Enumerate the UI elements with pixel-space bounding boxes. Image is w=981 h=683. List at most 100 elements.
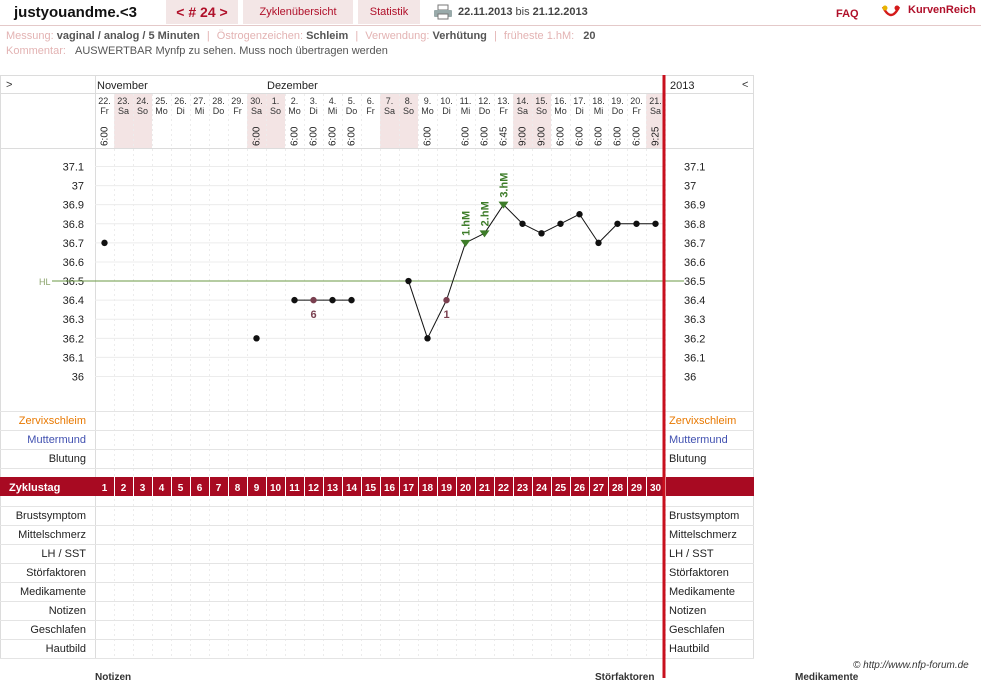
row-label-right: Blutung [669,453,706,465]
weekday-label: Mo [155,106,168,116]
row-label-right: Störfaktoren [669,567,729,579]
cycle-day-number: 28 [612,483,624,494]
cycle-day-number: 12 [308,483,320,494]
hm-marker-label: 1.hM [461,211,473,236]
weekday-label: So [403,106,414,116]
date-label: 6. [367,96,375,106]
temperature-point [101,239,108,247]
y-tick-label-left: 36.7 [63,238,84,250]
month-label: November [97,80,148,92]
temperature-line-segment [579,213,599,244]
temperature-point [557,220,564,227]
weekday-label: Fr [632,106,641,116]
cycle-day-number: 30 [650,483,662,494]
row-label-left: Brustsymptom [16,510,86,522]
weekday-label: Mi [328,106,338,116]
cycle-day-number: 11 [289,483,300,494]
date-label: 16. [554,96,567,106]
time-label: 6:45 [499,126,510,146]
date-label: 9. [424,96,432,106]
excluded-temperature-point [310,296,317,304]
weekday-label: Do [612,106,624,116]
date-label: 15. [535,96,548,106]
date-label: 17. [573,96,586,106]
weekday-label: Mo [554,106,567,116]
cycle-day-number: 21 [479,483,491,494]
y-tick-label-right: 36.6 [684,257,705,269]
time-label: 6:00 [632,126,643,146]
row-label-left: Mittelschmerz [18,529,86,541]
y-tick-label-left: 36.8 [63,219,84,231]
time-label: 6:00 [461,126,472,146]
y-tick-label-right: 36.8 [684,219,705,231]
cycle-day-number: 6 [197,483,203,494]
row-label-left: Zervixschleim [19,415,86,427]
weekday-label: So [536,106,547,116]
cycle-day-number: 16 [384,483,396,494]
temperature-point [614,220,621,227]
y-tick-label-left: 37.1 [63,162,84,174]
y-tick-label-left: 36.2 [63,333,84,345]
cycle-day-number: 26 [574,483,586,494]
y-tick-label-left: 36.9 [63,200,84,212]
row-label-right: Zervixschleim [669,415,736,427]
date-label: 14. [516,96,529,106]
row-label-right: Brustsymptom [669,510,739,522]
temperature-point [519,220,526,227]
row-label-left: Störfaktoren [26,567,86,579]
cycle-day-number: 15 [365,483,377,494]
weekday-label: Di [442,106,451,116]
date-label: 21. [649,96,662,106]
cycle-day-number: 4 [159,483,165,494]
cycle-day-number: 20 [460,483,472,494]
row-label-left: Geschlafen [30,624,86,636]
cycle-day-number: 9 [254,483,260,494]
temperature-point [595,239,602,247]
cycle-day-number: 14 [346,483,358,494]
date-label: 4. [329,96,337,106]
weekday-label: Sa [118,106,129,116]
date-label: 3. [310,96,318,106]
cycle-day-number: 2 [121,483,127,494]
cycle-day-number: 13 [327,483,339,494]
time-label: 6:00 [347,126,358,146]
weekday-label: Mo [288,106,301,116]
y-tick-label-right: 37 [684,181,696,193]
date-label: 2. [291,96,299,106]
date-label: 8. [405,96,413,106]
time-label: 6:00 [252,126,263,146]
date-label: 7. [386,96,394,106]
y-tick-label-left: 36.3 [63,314,84,326]
cycle-day-number: 8 [235,483,241,494]
cycle-day-number: 10 [270,483,282,494]
temperature-line-segment [446,242,466,301]
date-label: 25. [155,96,168,106]
temperature-point [633,220,640,227]
date-label: 18. [592,96,605,106]
time-label: 6:00 [480,126,491,146]
y-tick-label-left: 36.1 [63,352,84,364]
month-label: Dezember [267,80,318,92]
cycle-day-number: 24 [536,483,548,494]
cycle-day-number: 22 [498,483,510,494]
row-label-left: Medikamente [20,586,86,598]
excluded-point-label: 1 [443,309,449,321]
weekday-label: Mi [594,106,604,116]
row-label-right: Notizen [669,605,706,617]
y-tick-label-right: 36.5 [684,276,705,288]
row-label-left: LH / SST [41,548,86,560]
row-label-right: Geschlafen [669,624,725,636]
cycle-day-number: 7 [216,483,222,494]
date-label: 1. [272,96,280,106]
time-label: 6:00 [309,126,320,146]
y-tick-label-left: 36 [72,372,84,384]
date-label: 20. [630,96,643,106]
hm-marker-triangle [479,230,490,238]
cycle-day-label: Zyklustag [9,482,60,494]
time-label: 6:00 [594,126,605,146]
temperature-point [348,296,355,304]
row-label-left: Blutung [49,453,86,465]
date-label: 11. [460,96,472,106]
cycle-day-number: 1 [102,483,108,494]
time-label: 6:00 [613,126,624,146]
